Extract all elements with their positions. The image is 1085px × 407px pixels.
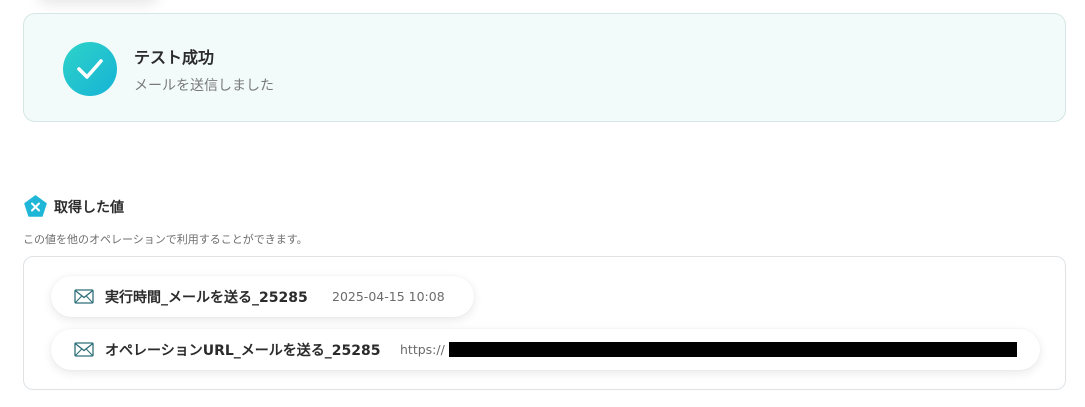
check-icon	[63, 42, 117, 96]
success-title: テスト成功	[134, 48, 215, 67]
variable-x-icon	[24, 195, 47, 217]
mail-icon	[74, 342, 94, 357]
section-title: 取得した値	[54, 200, 124, 216]
value-item-execution-time[interactable]: 実行時間_メールを送る_25285 2025-04-15 10:08	[51, 276, 474, 317]
redacted-url-bar	[449, 342, 1017, 357]
value-text: 2025-04-15 10:08	[332, 289, 445, 304]
mail-icon	[74, 289, 94, 304]
success-message: メールを送信しました	[134, 78, 274, 94]
values-panel: 実行時間_メールを送る_25285 2025-04-15 10:08 オペレーシ…	[23, 256, 1066, 390]
value-item-operation-url[interactable]: オペレーションURL_メールを送る_25285 https://	[51, 329, 1040, 370]
page: テスト成功 メールを送信しました 取得した値 この値を他のオペレーションで利用す…	[0, 0, 1085, 407]
value-name: オペレーションURL_メールを送る_25285	[105, 343, 381, 359]
value-text: https://	[400, 342, 445, 357]
value-name: 実行時間_メールを送る_25285	[105, 290, 308, 306]
section-description: この値を他のオペレーションで利用することができます。	[23, 233, 308, 246]
success-card: テスト成功 メールを送信しました	[23, 13, 1066, 122]
